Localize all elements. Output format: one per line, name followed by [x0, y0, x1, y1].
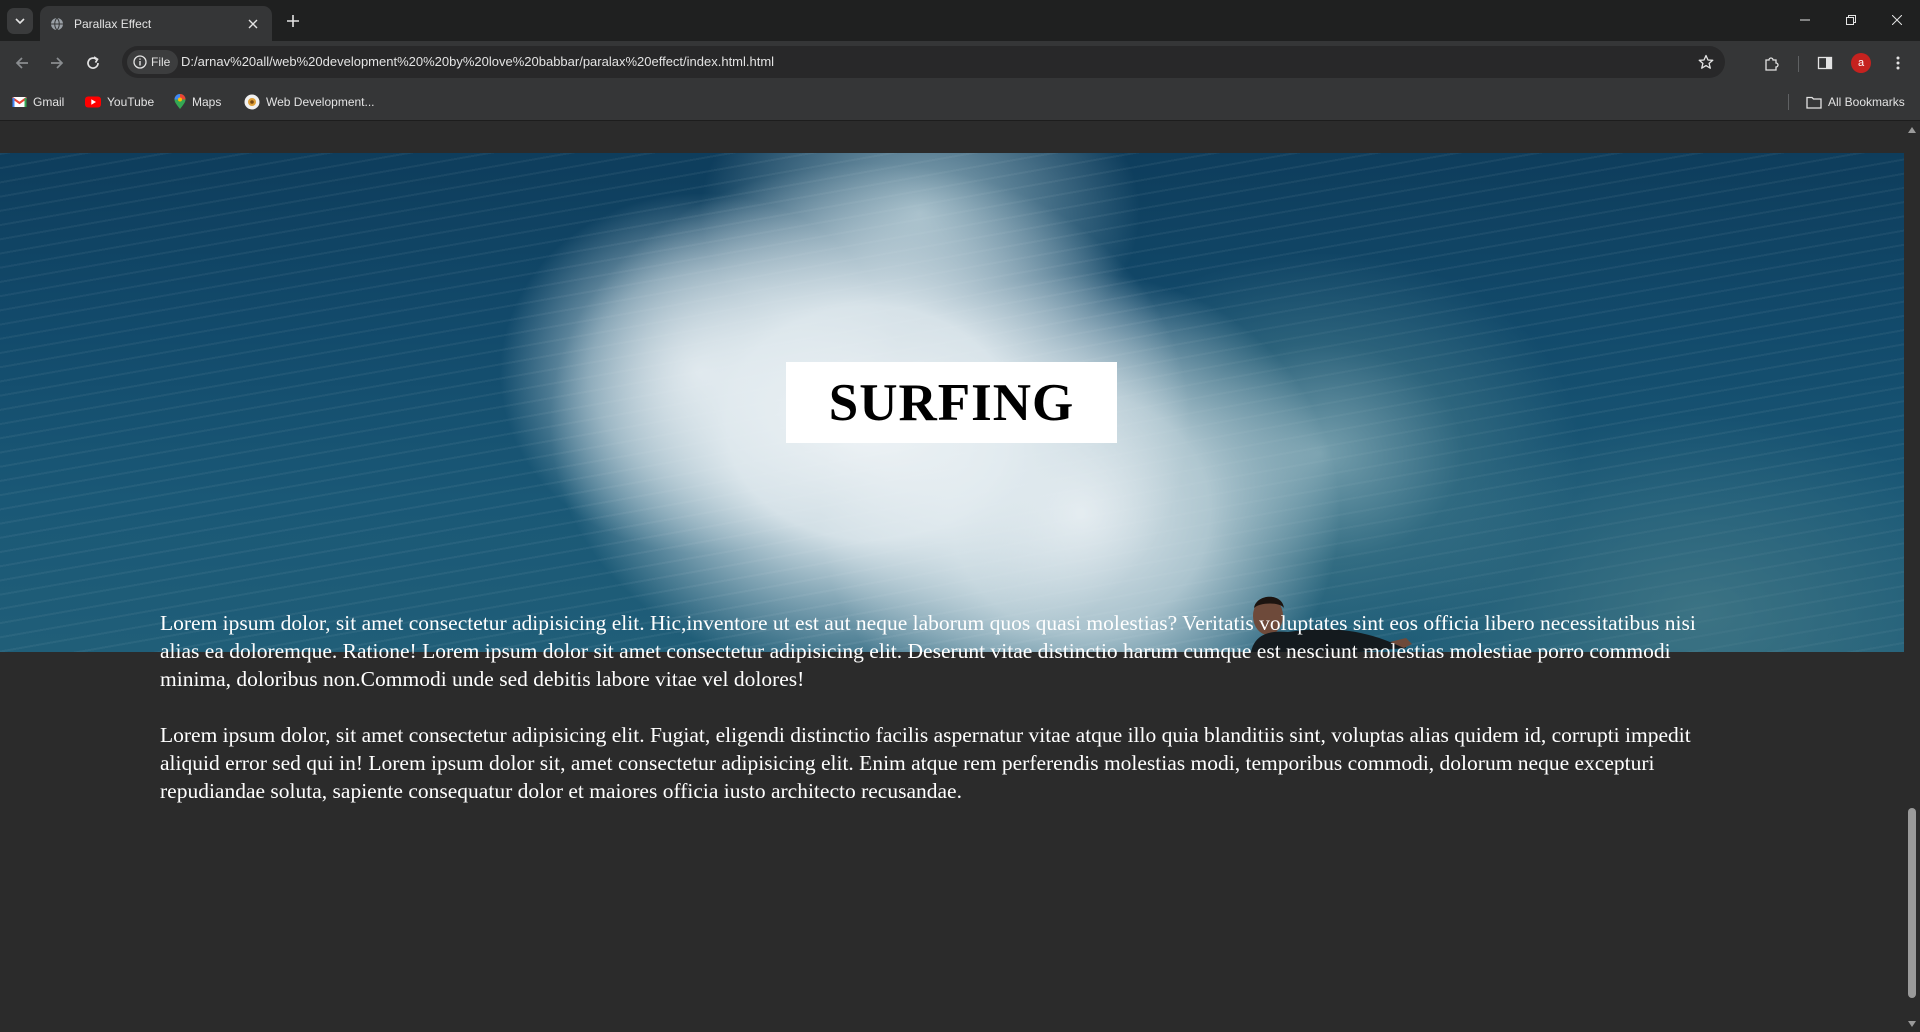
tab-close-button[interactable]	[244, 15, 262, 33]
close-icon	[1892, 15, 1902, 25]
hero-title: SURFING	[828, 373, 1075, 432]
puzzle-icon	[1765, 57, 1779, 71]
bookmark-youtube[interactable]: YouTube	[85, 91, 154, 113]
all-bookmarks-label: All Bookmarks	[1828, 95, 1905, 109]
bookmarks-bar: Gmail YouTube Maps Web Development... Al…	[0, 83, 1920, 121]
close-window-button[interactable]	[1874, 0, 1920, 40]
arrow-left-icon	[15, 57, 28, 69]
page-viewport: SURFING	[0, 122, 1904, 1032]
browser-toolbar: File D:/arnav%20all/web%20development%20…	[0, 41, 1920, 83]
restore-icon	[1846, 15, 1856, 25]
info-icon	[133, 55, 147, 69]
bookmark-web-development[interactable]: Web Development...	[244, 91, 375, 113]
tab-title: Parallax Effect	[74, 16, 152, 31]
triangle-down-icon	[1908, 1021, 1916, 1027]
bookmark-label: YouTube	[107, 95, 155, 109]
triangle-up-icon	[1908, 127, 1916, 133]
restore-button[interactable]	[1828, 0, 1874, 40]
bookmark-maps[interactable]: Maps	[174, 91, 221, 113]
maps-icon	[174, 94, 186, 109]
bookmarks-divider	[1788, 94, 1789, 110]
new-tab-button[interactable]	[281, 9, 305, 33]
bookmark-gmail[interactable]: Gmail	[12, 91, 64, 113]
paragraph: Lorem ipsum dolor, sit amet consectetur …	[160, 723, 1691, 803]
arrow-right-icon	[51, 57, 64, 69]
youtube-icon	[85, 96, 101, 108]
scroll-up-arrow[interactable]	[1908, 126, 1916, 134]
site-chip-label: File	[151, 55, 171, 69]
page-scrollbar[interactable]	[1904, 122, 1920, 1032]
menu-button[interactable]	[1887, 52, 1909, 74]
globe-icon	[51, 17, 63, 30]
hero-title-box: SURFING	[786, 362, 1117, 443]
url-text[interactable]: D:/arnav%20all/web%20development%20%20by…	[181, 54, 774, 69]
star-icon	[1698, 54, 1714, 69]
close-icon	[248, 19, 258, 28]
tab-search-button[interactable]	[7, 8, 33, 34]
profile-avatar[interactable]: a	[1851, 53, 1871, 73]
content-section: Lorem ipsum dolor, sit amet consectetur …	[160, 609, 1740, 833]
hero-parallax-image: SURFING	[0, 153, 1904, 652]
bookmark-label: Gmail	[33, 95, 65, 109]
reload-button[interactable]	[79, 49, 107, 77]
gmail-icon	[12, 97, 27, 107]
forward-button[interactable]	[43, 49, 71, 77]
side-panel-icon	[1817, 56, 1833, 70]
bookmark-label: Maps	[192, 95, 222, 109]
site-info-chip[interactable]: File	[127, 50, 179, 74]
address-bar[interactable]: File D:/arnav%20all/web%20development%20…	[122, 46, 1725, 78]
tab-strip: Parallax Effect	[0, 0, 1920, 41]
side-panel-button[interactable]	[1814, 52, 1836, 74]
reload-icon	[87, 56, 99, 69]
folder-icon	[1806, 96, 1822, 109]
scroll-down-arrow[interactable]	[1908, 1020, 1916, 1028]
paragraph: Lorem ipsum dolor, sit amet consectetur …	[160, 611, 1696, 691]
chevron-down-icon	[15, 18, 25, 25]
all-bookmarks-button[interactable]: All Bookmarks	[1806, 91, 1905, 113]
back-button[interactable]	[8, 49, 36, 77]
plus-icon	[287, 15, 299, 27]
more-vertical-icon	[1896, 56, 1900, 70]
web-dev-icon	[244, 94, 260, 110]
minimize-icon	[1800, 19, 1810, 21]
bookmark-label: Web Development...	[266, 95, 375, 109]
extensions-button[interactable]	[1761, 52, 1783, 74]
scroll-thumb[interactable]	[1908, 808, 1916, 998]
tab-active[interactable]: Parallax Effect	[40, 6, 272, 41]
minimize-button[interactable]	[1782, 0, 1828, 40]
toolbar-divider	[1798, 56, 1799, 72]
bookmark-star-button[interactable]	[1695, 51, 1717, 73]
